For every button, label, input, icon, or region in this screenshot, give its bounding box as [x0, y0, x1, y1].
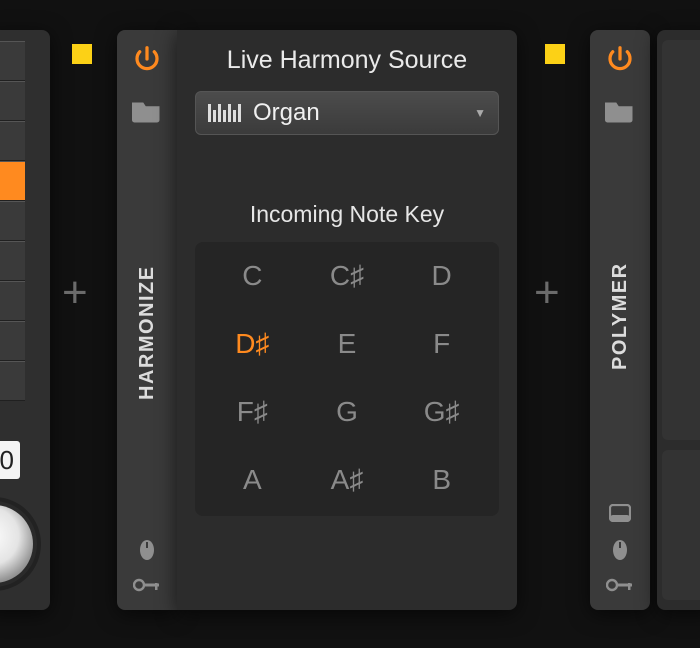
- level-cell[interactable]: [0, 361, 25, 401]
- key-icon[interactable]: [133, 578, 161, 592]
- folder-icon[interactable]: [132, 97, 162, 128]
- level-cell[interactable]: [0, 201, 25, 241]
- folder-icon[interactable]: [605, 97, 635, 128]
- power-icon[interactable]: [132, 44, 162, 79]
- note-key-D[interactable]: D: [414, 260, 470, 292]
- level-cell[interactable]: [0, 281, 25, 321]
- mouse-icon[interactable]: [611, 538, 629, 562]
- note-key-E[interactable]: E: [319, 328, 375, 360]
- marker-left: [72, 44, 92, 64]
- level-cell-active[interactable]: [0, 161, 25, 201]
- note-key-A[interactable]: A: [224, 464, 280, 496]
- note-key-B[interactable]: B: [414, 464, 470, 496]
- harmony-source-dropdown[interactable]: Organ ▼: [195, 91, 499, 135]
- section-title: Incoming Note Key: [195, 201, 499, 228]
- right-segment: [662, 40, 700, 440]
- knob[interactable]: [0, 505, 33, 583]
- harmony-panel: Live Harmony Source Organ ▼ Incoming Not…: [177, 30, 517, 610]
- note-key-G[interactable]: G: [319, 396, 375, 428]
- add-device-button-right[interactable]: +: [534, 268, 560, 318]
- mouse-icon[interactable]: [138, 538, 156, 562]
- right-segment: [662, 450, 700, 600]
- number-box[interactable]: 0: [0, 441, 20, 479]
- note-key-F[interactable]: F: [414, 328, 470, 360]
- level-cell[interactable]: [0, 321, 25, 361]
- level-cell[interactable]: [0, 81, 25, 121]
- note-key-Dsharp[interactable]: D♯: [224, 328, 280, 360]
- power-icon[interactable]: [605, 44, 635, 79]
- chevron-down-icon: ▼: [474, 106, 486, 120]
- level-cells: [0, 41, 25, 401]
- note-key-Fsharp[interactable]: F♯: [224, 396, 280, 428]
- note-key-C[interactable]: C: [224, 260, 280, 292]
- device-label-harmonize: HARMONIZE: [136, 128, 159, 538]
- note-key-Asharp[interactable]: A♯: [319, 464, 375, 496]
- key-icon[interactable]: [606, 578, 634, 592]
- left-module: 0: [0, 30, 50, 610]
- note-key-Csharp[interactable]: C♯: [319, 260, 375, 292]
- level-cell[interactable]: [0, 41, 25, 81]
- keyboard-icon: [208, 104, 241, 122]
- note-key-grid: C C♯ D D♯ E F F♯ G G♯ A A♯ B: [195, 242, 499, 516]
- device-strip-harmonize: HARMONIZE: [117, 30, 177, 610]
- dropdown-selected-label: Organ: [253, 99, 462, 127]
- add-device-button-left[interactable]: +: [62, 268, 88, 318]
- marker-right: [545, 44, 565, 64]
- device-label-polymer: POLYMER: [609, 128, 632, 504]
- panel-title: Live Harmony Source: [195, 46, 499, 75]
- device-strip-polymer: POLYMER: [590, 30, 650, 610]
- window-icon[interactable]: [609, 504, 631, 522]
- level-cell[interactable]: [0, 241, 25, 281]
- note-key-Gsharp[interactable]: G♯: [414, 396, 470, 428]
- level-cell[interactable]: [0, 121, 25, 161]
- right-module: [657, 30, 700, 610]
